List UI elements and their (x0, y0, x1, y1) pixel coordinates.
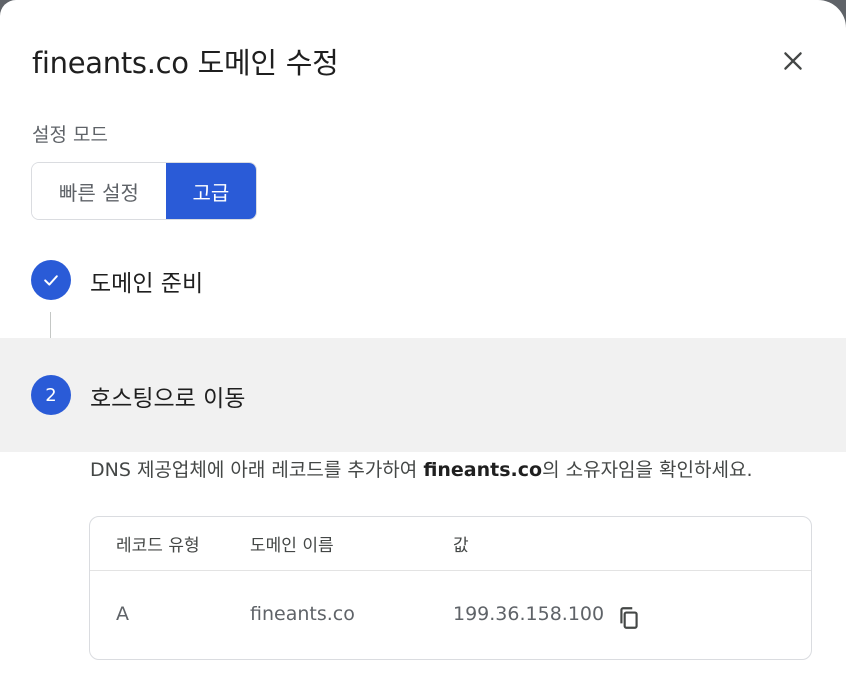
dns-record-table: 레코드 유형 도메인 이름 값 A fineants.co 199.36.158… (89, 516, 812, 660)
instructions-domain: fineants.co (423, 459, 543, 481)
copy-value-button[interactable] (616, 605, 642, 631)
quick-setup-option[interactable]: 빠른 설정 (32, 163, 166, 219)
dns-instructions: DNS 제공업체에 아래 레코드를 추가하여 fineants.co의 소유자임… (90, 455, 753, 482)
step-title: 도메인 준비 (90, 271, 204, 297)
edit-domain-dialog: fineants.co 도메인 수정 설정 모드 빠른 설정 고급 도메인 준비… (0, 0, 846, 690)
header-domain-name: 도메인 이름 (250, 536, 334, 556)
record-type-cell: A (116, 603, 129, 625)
close-button[interactable] (772, 40, 814, 82)
header-record-type: 레코드 유형 (116, 536, 200, 556)
close-icon (784, 52, 802, 70)
record-value-cell: 199.36.158.100 (453, 603, 605, 625)
dialog-title: fineants.co 도메인 수정 (32, 46, 339, 80)
advanced-option[interactable]: 고급 (165, 163, 256, 219)
step-title: 호스팅으로 이동 (90, 386, 246, 412)
instructions-suffix: 의 소유자임을 확인하세요. (542, 459, 753, 481)
setup-mode-toggle: 빠른 설정 고급 (31, 162, 257, 220)
step-prepare-domain: 도메인 준비 (0, 252, 846, 308)
setup-mode-label: 설정 모드 (32, 124, 108, 146)
domain-name-cell: fineants.co (250, 603, 355, 625)
step-complete-marker (31, 260, 71, 300)
instructions-prefix: DNS 제공업체에 아래 레코드를 추가하여 (90, 459, 424, 481)
header-value: 값 (453, 536, 469, 556)
step-number-badge: 2 (31, 375, 71, 415)
check-icon (44, 275, 58, 286)
step-move-to-hosting: 2 호스팅으로 이동 (0, 338, 846, 452)
copy-icon (620, 607, 638, 629)
table-header: 레코드 유형 도메인 이름 값 (90, 517, 811, 571)
